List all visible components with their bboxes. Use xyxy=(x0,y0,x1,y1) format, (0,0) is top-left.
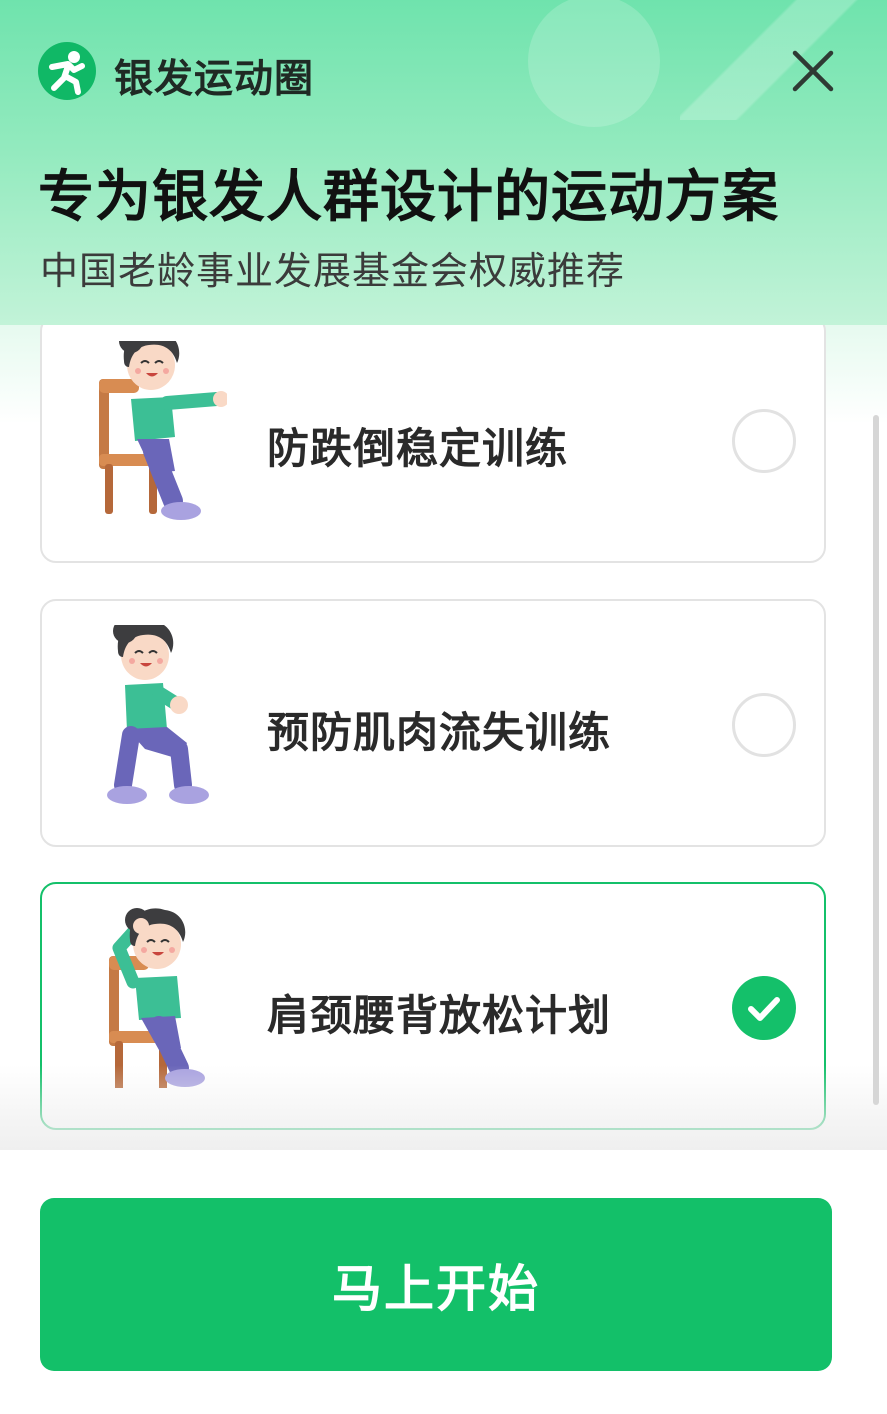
plan-list[interactable]: 防跌倒稳定训练 预防肌肉流失训练 肩颈腰背放松计划 xyxy=(0,325,887,1150)
start-now-button[interactable]: 马上开始 xyxy=(40,1198,832,1371)
footer: 马上开始 xyxy=(0,1150,887,1414)
page-subtitle: 中国老龄事业发展基金会权威推荐 xyxy=(40,249,626,293)
plan-label: 防跌倒稳定训练 xyxy=(267,424,569,473)
plan-label: 肩颈腰背放松计划 xyxy=(267,991,612,1040)
plan-card-muscle-loss-prevention[interactable]: 预防肌肉流失训练 xyxy=(40,599,826,847)
scrollbar[interactable] xyxy=(873,415,879,1105)
decorative-circle xyxy=(528,0,660,127)
close-icon xyxy=(792,50,834,92)
plan-label: 预防肌肉流失训练 xyxy=(267,708,612,757)
running-person-icon xyxy=(38,42,96,100)
seated-neck-stretch-exercise-icon xyxy=(97,907,227,1091)
decorative-stripe xyxy=(680,0,887,120)
plan-radio-unchecked[interactable] xyxy=(732,693,796,757)
close-button[interactable] xyxy=(788,46,838,96)
squat-exercise-icon xyxy=(97,618,227,805)
seated-arms-forward-exercise-icon xyxy=(97,328,229,521)
header-banner: 银发运动圈 专为银发人群设计的运动方案 中国老龄事业发展基金会权威推荐 xyxy=(0,0,887,325)
app-name: 银发运动圈 xyxy=(114,57,315,102)
plan-radio-checked[interactable] xyxy=(732,976,796,1040)
plan-card-fall-prevention[interactable]: 防跌倒稳定训练 xyxy=(40,325,826,563)
checkmark-icon xyxy=(748,997,780,1021)
plan-radio-unchecked[interactable] xyxy=(732,409,796,473)
page-title: 专为银发人群设计的运动方案 xyxy=(38,165,779,230)
plan-card-shoulder-neck-back-relax[interactable]: 肩颈腰背放松计划 xyxy=(40,882,826,1130)
